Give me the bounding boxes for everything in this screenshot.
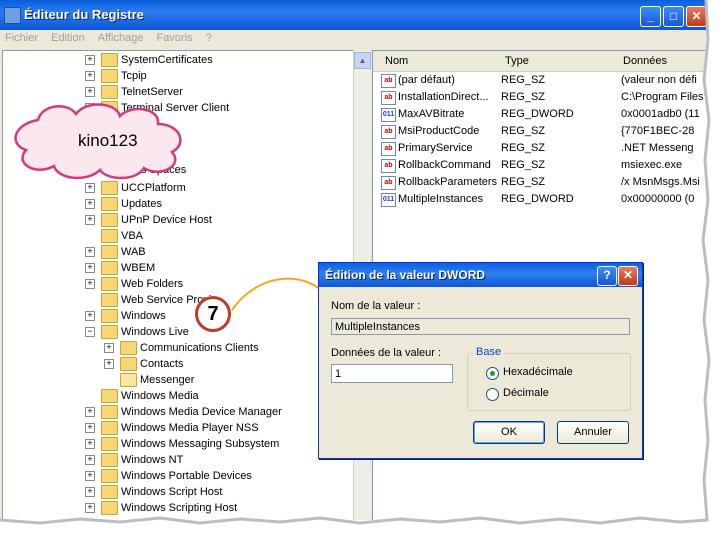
torn-edge-frame (0, 0, 721, 534)
